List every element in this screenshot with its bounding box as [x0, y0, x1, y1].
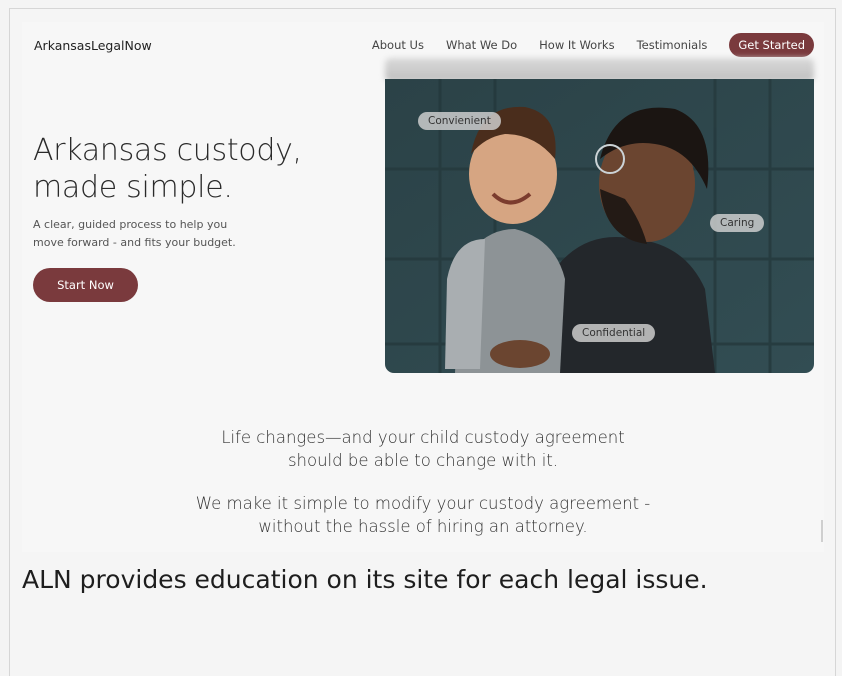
- hero-subtitle: A clear, guided process to help you move…: [33, 218, 236, 249]
- badge-confidential: Confidential: [572, 324, 656, 342]
- badge-caring: Caring: [710, 214, 765, 232]
- intro-line-1: Life changes—and your child custody agre…: [221, 428, 625, 470]
- badge-convenient: Convienient: [418, 112, 501, 130]
- get-started-button[interactable]: Get Started: [729, 33, 814, 57]
- start-now-button[interactable]: Start Now: [33, 268, 138, 302]
- intro-line-2: We make it simple to modify your custody…: [195, 494, 651, 536]
- scrollbar-thumb[interactable]: [821, 520, 823, 542]
- hero-title: Arkansas custody, made simple.: [33, 133, 302, 205]
- slide-caption: ALN provides education on its site for e…: [22, 565, 708, 594]
- brand-logo[interactable]: ArkansasLegalNow: [34, 38, 152, 53]
- nav-about-us[interactable]: About Us: [372, 38, 424, 52]
- nav-how-it-works[interactable]: How It Works: [539, 38, 614, 52]
- top-nav: About Us What We Do How It Works Testimo…: [372, 33, 814, 57]
- nav-what-we-do[interactable]: What We Do: [446, 38, 517, 52]
- nav-testimonials[interactable]: Testimonials: [637, 38, 708, 52]
- website-viewport: ArkansasLegalNow About Us What We Do How…: [22, 22, 824, 552]
- intro-section: Life changes—and your child custody agre…: [22, 426, 824, 552]
